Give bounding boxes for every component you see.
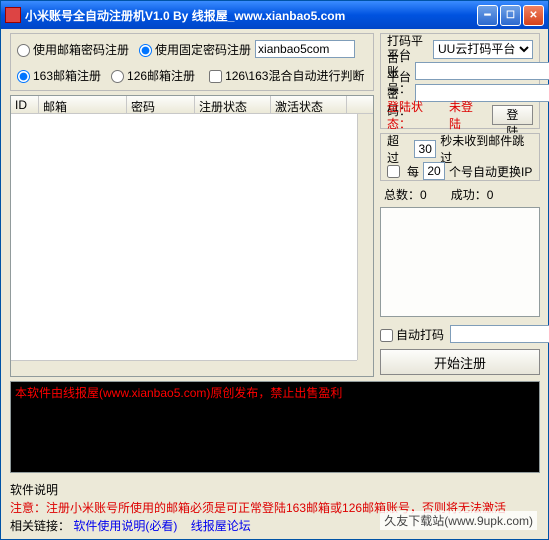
- table-header: ID 邮箱 密码 注册状态 激活状态: [11, 96, 373, 114]
- scroll-corner: [357, 360, 373, 376]
- link-usage[interactable]: 软件使用说明(必看): [73, 519, 177, 533]
- watermark: 久友下载站(www.9upk.com): [380, 511, 537, 530]
- window-title: 小米账号全自动注册机V1.0 By 线报屋_www.xianbao5.com: [25, 7, 477, 24]
- desc-label: 软件说明: [10, 483, 58, 497]
- platform-account-input[interactable]: [415, 62, 549, 80]
- footer-desc: 软件说明: [10, 479, 540, 499]
- radio-fixed-pwd[interactable]: 使用固定密码注册: [139, 41, 251, 58]
- vertical-scrollbar[interactable]: [357, 114, 373, 360]
- window-controls: ━ ☐ ✕: [477, 5, 544, 26]
- th-pwd[interactable]: 密码: [127, 96, 195, 114]
- app-window: 小米账号全自动注册机V1.0 By 线报屋_www.xianbao5.com ━…: [0, 0, 549, 540]
- th-regstatus[interactable]: 注册状态: [195, 96, 271, 114]
- total-stat: 总数：0: [384, 186, 427, 203]
- platform-group: 打码平台： UU云打码平台 平台账号： 平台密码： 登陆状态： 未登陆 登陆: [380, 33, 540, 129]
- results-table: ID 邮箱 密码 注册状态 激活状态: [10, 95, 374, 377]
- links-label: 相关链接：: [10, 519, 70, 533]
- autodama-row: 自动打码: [380, 323, 540, 345]
- success-stat: 成功：0: [451, 186, 494, 203]
- every-count-input[interactable]: [423, 162, 445, 180]
- close-button[interactable]: ✕: [523, 5, 544, 26]
- th-id[interactable]: ID: [11, 96, 39, 114]
- radio-email-pwd[interactable]: 使用邮箱密码注册: [17, 41, 129, 58]
- stats-row: 总数：0 成功：0: [380, 185, 540, 203]
- checkbox-auto-dama[interactable]: 自动打码: [380, 326, 444, 343]
- captcha-input[interactable]: [450, 325, 549, 343]
- horizontal-scrollbar[interactable]: [11, 360, 357, 376]
- client-area: 使用邮箱密码注册 使用固定密码注册 163邮箱注册 126邮箱注册 126\16…: [4, 29, 545, 536]
- start-register-button[interactable]: 开始注册: [380, 349, 540, 375]
- checkbox-change-ip[interactable]: [387, 164, 403, 178]
- login-status-value: 未登陆: [449, 98, 484, 132]
- platform-select[interactable]: UU云打码平台: [433, 40, 533, 59]
- maximize-button[interactable]: ☐: [500, 5, 521, 26]
- th-actstatus[interactable]: 激活状态: [271, 96, 347, 114]
- radio-126[interactable]: 126邮箱注册: [111, 67, 195, 84]
- log-line-1: 本软件由线报屋(www.xianbao5.com)原创发布，禁止出售盈利: [15, 384, 535, 401]
- captcha-image-box: [380, 207, 540, 317]
- log-box: 本软件由线报屋(www.xianbao5.com)原创发布，禁止出售盈利: [10, 381, 540, 473]
- timeout-suffix: 秒未收到邮件跳过: [440, 132, 533, 166]
- link-forum[interactable]: 线报屋论坛: [191, 519, 251, 533]
- app-icon: [5, 7, 21, 23]
- login-status-label: 登陆状态：: [387, 98, 445, 132]
- minimize-button[interactable]: ━: [477, 5, 498, 26]
- timeout-group: 超过 秒未收到邮件跳过 每 个号自动更换IP: [380, 133, 540, 181]
- every-pre: 每: [407, 163, 419, 180]
- checkbox-mix-auto[interactable]: 126\163混合自动进行判断: [209, 67, 364, 84]
- login-button[interactable]: 登陆: [492, 105, 533, 125]
- register-options-group: 使用邮箱密码注册 使用固定密码注册 163邮箱注册 126邮箱注册 126\16…: [10, 33, 374, 91]
- timeout-seconds-input[interactable]: [414, 140, 436, 158]
- th-email[interactable]: 邮箱: [39, 96, 127, 114]
- titlebar[interactable]: 小米账号全自动注册机V1.0 By 线报屋_www.xianbao5.com ━…: [1, 1, 548, 29]
- timeout-prefix: 超过: [387, 132, 410, 166]
- radio-163[interactable]: 163邮箱注册: [17, 67, 101, 84]
- fixed-password-input[interactable]: [255, 40, 355, 58]
- every-post: 个号自动更换IP: [449, 163, 532, 180]
